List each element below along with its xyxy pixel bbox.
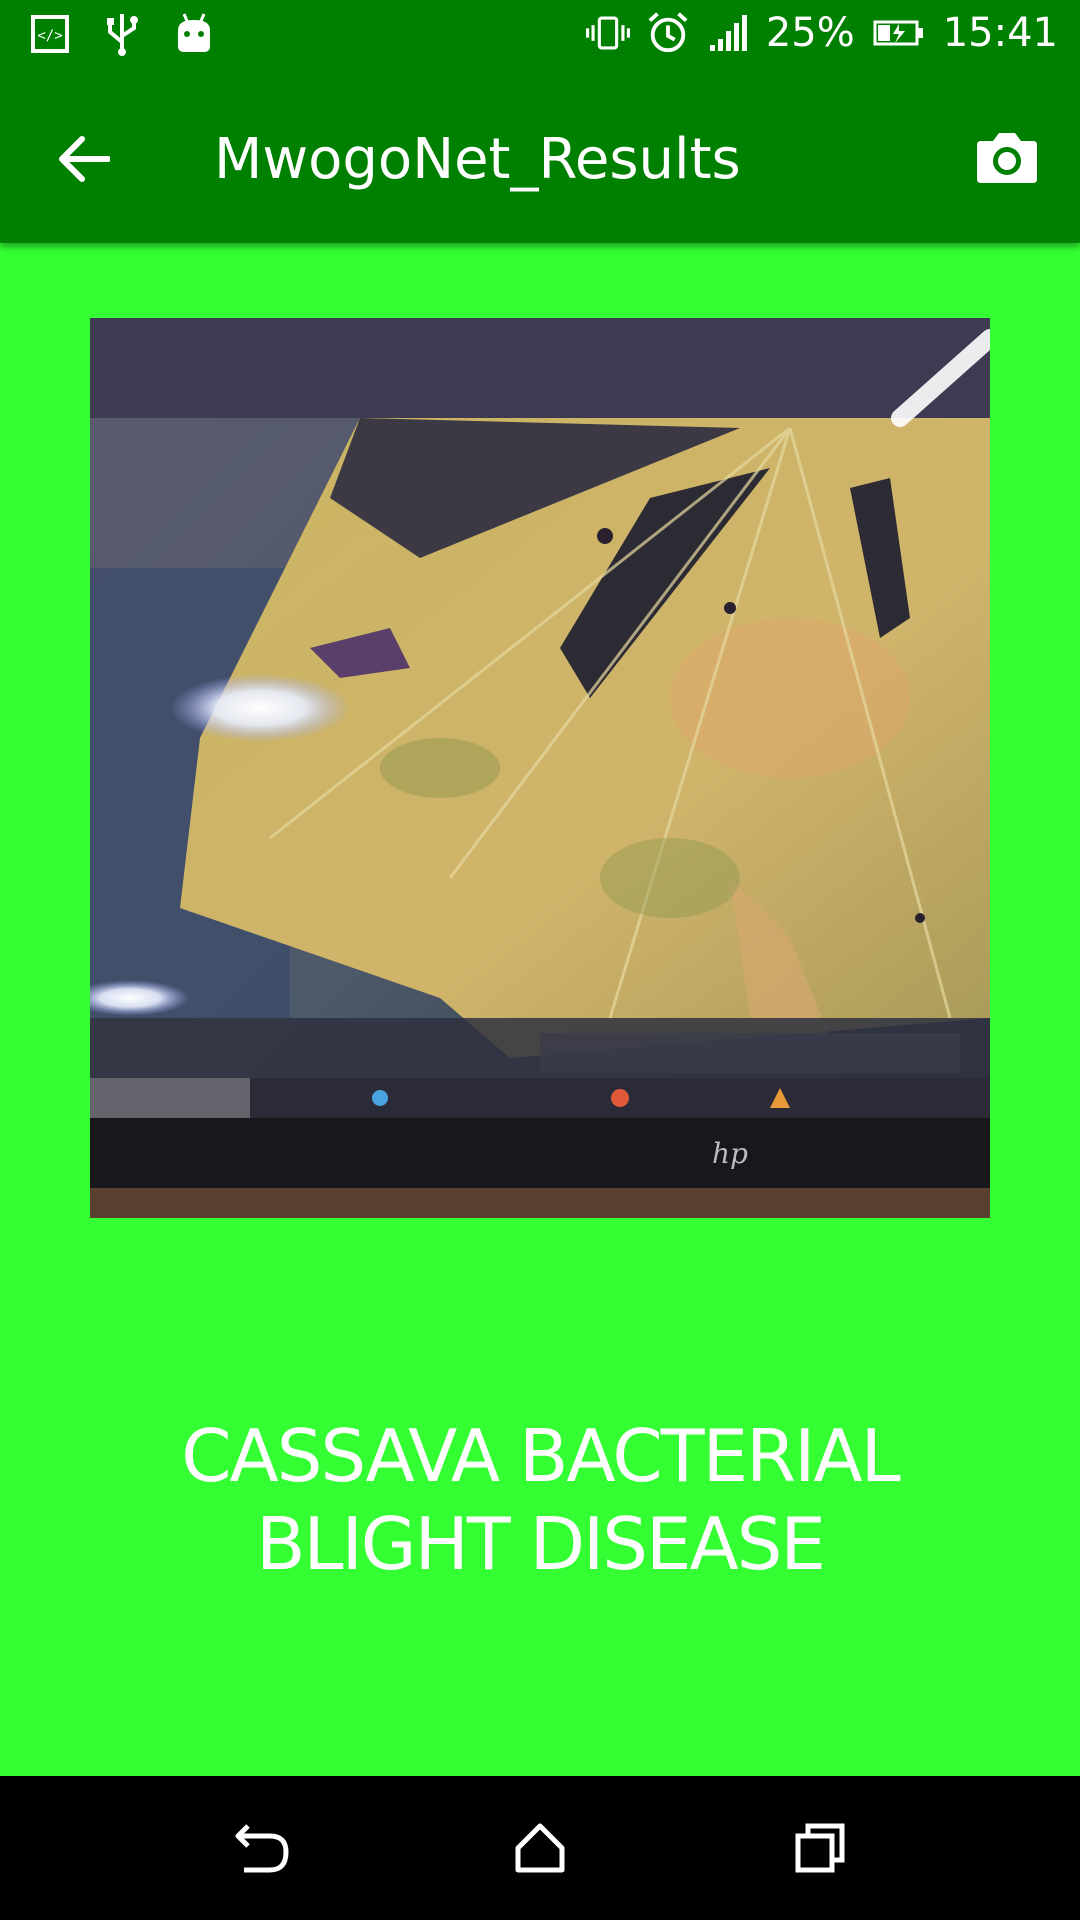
back-button[interactable] — [44, 123, 124, 195]
nav-back-button[interactable] — [222, 1812, 302, 1884]
usb-icon — [100, 12, 144, 56]
svg-text:hp: hp — [712, 1137, 748, 1170]
nav-recents-button[interactable] — [780, 1812, 860, 1884]
nav-home-button[interactable] — [500, 1812, 580, 1884]
home-icon — [515, 1823, 565, 1873]
page-title: MwogoNet_Results — [214, 127, 741, 192]
app-bar: MwogoNet_Results — [0, 75, 1080, 243]
result-line-1: CASSAVA BACTERIAL — [181, 1414, 900, 1498]
code-icon: </> — [28, 12, 72, 56]
back-icon — [235, 1824, 289, 1873]
alarm-icon — [646, 11, 690, 55]
arrow-back-icon — [59, 136, 110, 182]
svg-text:</>: </> — [37, 28, 62, 44]
camera-icon — [977, 133, 1037, 183]
recents-icon — [795, 1823, 845, 1873]
status-left: </> — [28, 12, 216, 56]
signal-icon — [706, 11, 750, 55]
camera-button[interactable] — [968, 121, 1046, 193]
leaf-photo: hp — [90, 318, 990, 1218]
battery-percent: 25% — [765, 10, 855, 56]
android-debug-icon — [172, 12, 216, 56]
navigation-bar — [0, 1776, 1080, 1920]
result-line-2: BLIGHT DISEASE — [256, 1502, 826, 1586]
disease-result: CASSAVA BACTERIAL BLIGHT DISEASE — [60, 1412, 1020, 1588]
battery-charging-icon — [871, 11, 927, 55]
status-right: 25% 15:41 — [585, 10, 1058, 56]
clock: 15:41 — [942, 10, 1058, 56]
status-bar: </> 25% 15:41 — [0, 0, 1080, 75]
vibrate-icon — [585, 11, 630, 55]
